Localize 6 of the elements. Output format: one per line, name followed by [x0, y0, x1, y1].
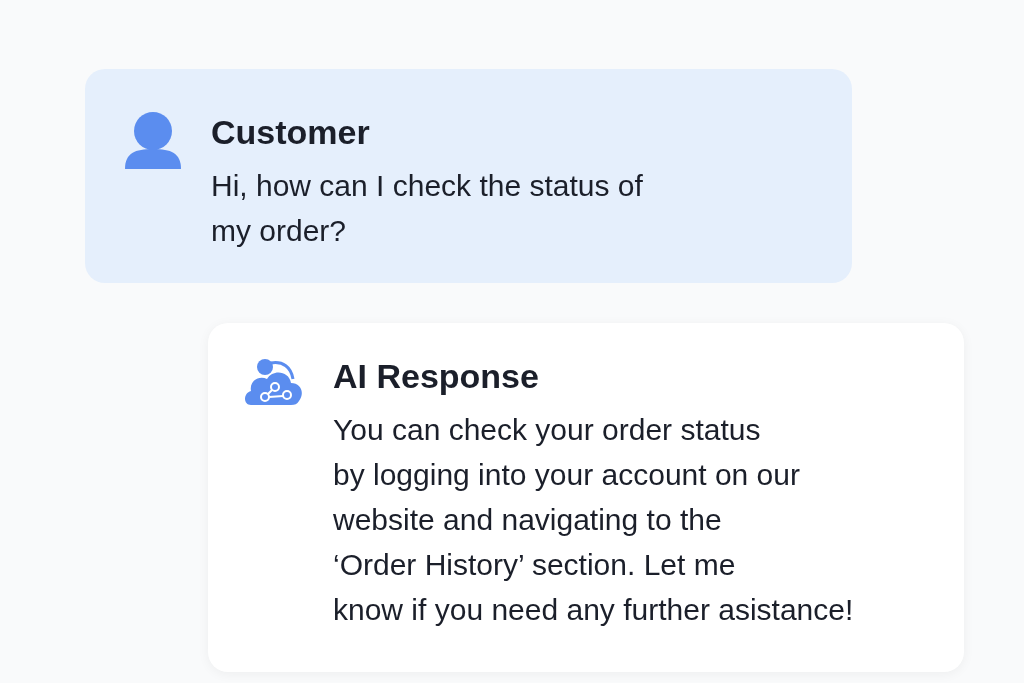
sender-name: Customer	[211, 112, 371, 153]
sender-name: AI Response	[333, 356, 540, 397]
cloud-network-icon	[243, 357, 305, 407]
message-text: Hi, how can I check the status of my order?	[211, 168, 643, 249]
person-icon	[123, 111, 183, 171]
message-text: You can check your order status by logging into your account on our website and navigating to the ‘Order History’ section. Let me know if you need any further asistance!	[333, 412, 854, 628]
